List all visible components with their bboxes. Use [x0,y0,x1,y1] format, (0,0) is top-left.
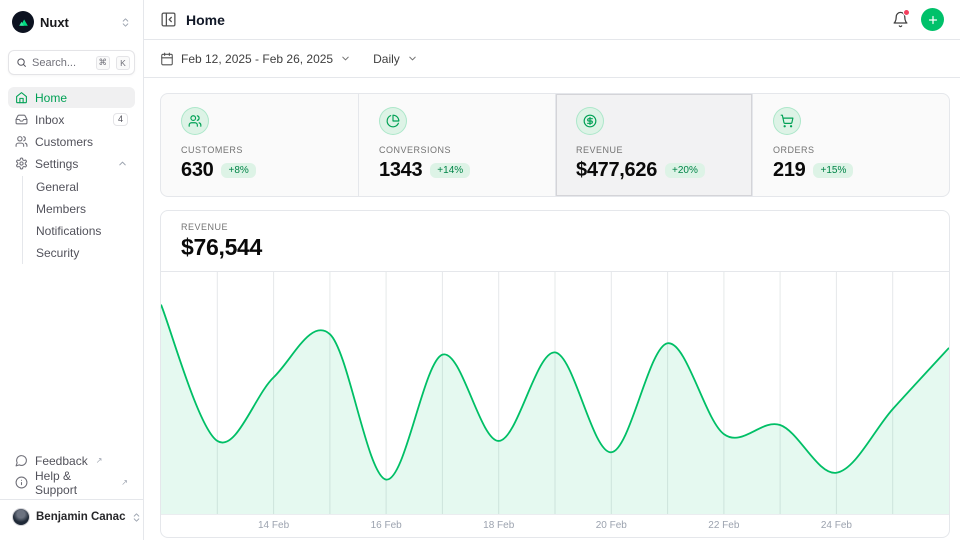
chevron-down-icon [407,53,418,64]
notification-dot [903,9,910,16]
chevron-up-icon [117,158,128,169]
chart-header: REVENUE $76,544 [161,211,949,272]
calendar-icon [160,52,174,66]
sidebar-item-label: Inbox [35,113,64,127]
search-icon [16,57,27,68]
add-button[interactable] [921,8,944,31]
page-title: Home [186,12,225,28]
stat-label: CONVERSIONS [379,145,535,155]
x-axis-label: 14 Feb [258,520,289,531]
stat-delta-badge: +15% [813,163,853,178]
home-icon [15,91,28,104]
filters-toolbar: Feb 12, 2025 - Feb 26, 2025 Daily [144,40,960,78]
kbd-cmd: ⌘ [96,56,111,70]
avatar [12,508,30,526]
inbox-icon [15,113,28,126]
footer-link-label: Feedback [35,454,88,468]
stat-label: ORDERS [773,145,929,155]
chart-pie-icon [379,107,407,135]
date-range-picker[interactable]: Feb 12, 2025 - Feb 26, 2025 [160,52,351,66]
stat-value: 219 [773,159,805,182]
sidebar-item-customers[interactable]: Customers [8,131,135,152]
stat-delta-badge: +20% [665,163,705,178]
external-link-icon: ↗ [96,456,103,465]
chevrons-up-down-icon [131,512,142,523]
kbd-k: K [116,56,130,70]
x-axis-label: 22 Feb [708,520,739,531]
stat-label: CUSTOMERS [181,145,338,155]
stat-card-customers[interactable]: CUSTOMERS 630 +8% [161,94,358,196]
sidebar-item-general[interactable]: General [23,176,135,198]
main-area: Home Feb 12, 2025 - Feb 26, 2025 [144,0,960,540]
stat-card-conversions[interactable]: CONVERSIONS 1343 +14% [358,94,555,196]
sidebar-item-inbox[interactable]: Inbox 4 [8,109,135,130]
circle-dollar-icon [576,107,604,135]
period-select[interactable]: Daily [373,52,418,66]
search-input[interactable]: Search... ⌘ K [8,50,135,75]
sidebar-item-notifications[interactable]: Notifications [23,220,135,242]
x-axis-label: 18 Feb [483,520,514,531]
sidebar-item-members[interactable]: Members [23,198,135,220]
x-axis-label: 24 Feb [821,520,852,531]
external-link-icon: ↗ [121,478,128,487]
cart-icon [773,107,801,135]
sidebar-item-home[interactable]: Home [8,87,135,108]
user-menu[interactable]: Benjamin Canac [8,500,135,536]
x-axis-label: 16 Feb [371,520,402,531]
sidebar-spacer [8,264,135,450]
user-name: Benjamin Canac [36,511,125,523]
stat-delta-badge: +14% [430,163,470,178]
sidebar-item-label: Customers [35,135,93,149]
users-icon [15,135,28,148]
stat-card-revenue[interactable]: REVENUE $477,626 +20% [555,94,752,196]
workspace-selector[interactable]: Nuxt [8,8,135,36]
topbar-actions [892,8,944,31]
app-window: Nuxt Search... ⌘ K Home [0,0,960,540]
sidebar-item-settings[interactable]: Settings [8,153,135,174]
revenue-chart-card: REVENUE $76,544 14 Feb 16 Feb 18 Feb 20 Feb… [160,210,950,538]
gear-icon [15,157,28,170]
sidebar-nav: Home Inbox 4 Customers Settings [8,87,135,264]
stat-value: 1343 [379,159,422,182]
stat-label: REVENUE [576,145,732,155]
footer-link-label: Help & Support [35,469,113,497]
nuxt-logo-icon [12,11,34,33]
chevrons-up-down-icon [120,17,131,28]
sidebar: Nuxt Search... ⌘ K Home [0,0,144,540]
info-icon [15,476,28,489]
stat-delta-badge: +8% [221,163,255,178]
revenue-chart-svg [161,272,949,514]
dashboard-content: CUSTOMERS 630 +8% CONVERSIONS 1343 +14% [144,78,960,540]
notifications-button[interactable] [892,11,909,28]
chart-x-axis: 14 Feb 16 Feb 18 Feb 20 Feb 22 Feb 24 Feb [161,515,949,537]
inbox-count-badge: 4 [113,113,128,126]
x-axis-label: 20 Feb [596,520,627,531]
stat-value: $477,626 [576,159,657,182]
sidebar-item-security[interactable]: Security [23,242,135,264]
period-label: Daily [373,52,400,66]
sidebar-collapse-icon[interactable] [160,11,177,28]
users-icon [181,107,209,135]
settings-subnav: General Members Notifications Security [22,176,135,264]
chart-metric-value: $76,544 [181,234,929,261]
stat-value: 630 [181,159,213,182]
help-support-link[interactable]: Help & Support ↗ [8,472,135,493]
workspace-name: Nuxt [40,15,69,30]
revenue-area-chart[interactable] [161,272,949,515]
sidebar-item-label: Home [35,91,67,105]
chevron-down-icon [340,53,351,64]
stat-card-orders[interactable]: ORDERS 219 +15% [752,94,949,196]
chart-metric-label: REVENUE [181,222,929,232]
sidebar-footer: Feedback ↗ Help & Support ↗ Benjamin Can… [8,450,135,540]
search-placeholder: Search... [32,57,90,69]
date-range-label: Feb 12, 2025 - Feb 26, 2025 [181,52,333,66]
sidebar-item-label: Settings [35,157,78,171]
message-icon [15,454,28,467]
topbar: Home [144,0,960,40]
stats-row: CUSTOMERS 630 +8% CONVERSIONS 1343 +14% [160,93,950,197]
